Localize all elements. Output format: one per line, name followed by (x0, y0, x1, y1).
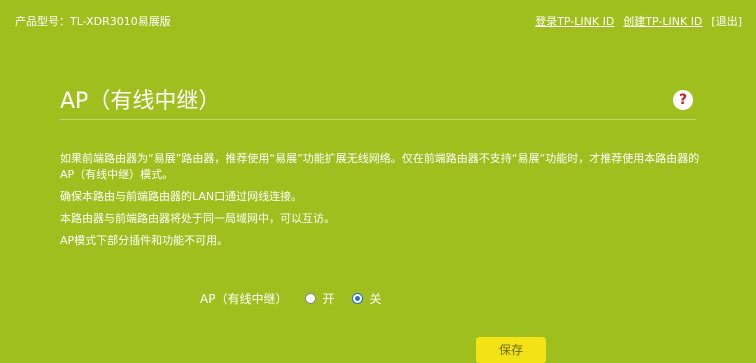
account-links: 登录TP-LINK ID 创建TP-LINK ID [退出] (535, 13, 742, 29)
login-tplink-id-link[interactable]: 登录TP-LINK ID (535, 13, 614, 29)
ap-on-label: 开 (322, 292, 335, 306)
product-model: 产品型号：TL-XDR3010易展版 (15, 15, 171, 28)
help-icon[interactable]: ? (673, 90, 693, 110)
description-line: 如果前端路由器为“易展”路由器，推荐使用“易展”功能扩展无线网络。仅在前端路由器… (60, 152, 700, 181)
create-tplink-id-link[interactable]: 创建TP-LINK ID (623, 13, 702, 29)
ap-mode-field: AP（有线中继） 开 关 (200, 290, 399, 307)
radio-checked-icon[interactable] (352, 293, 364, 304)
title-divider (60, 119, 696, 120)
top-bar: 产品型号：TL-XDR3010易展版 登录TP-LINK ID 创建TP-LIN… (0, 0, 756, 40)
radio-unchecked-icon[interactable] (305, 293, 317, 304)
description: 如果前端路由器为“易展”路由器，推荐使用“易展”功能扩展无线网络。仅在前端路由器… (60, 151, 705, 249)
description-line: 确保本路由与前端路由器的LAN口通过网线连接。 (60, 190, 303, 203)
description-line: AP模式下部分插件和功能不可用。 (60, 234, 229, 247)
description-line: 本路由器与前端路由器将处于同一局域网中，可以互访。 (60, 212, 335, 225)
save-button[interactable]: 保存 (476, 337, 546, 363)
page-title: AP（有线中继） (60, 89, 221, 114)
ap-mode-label: AP（有线中继） (200, 292, 288, 306)
ap-on-radio[interactable]: 开 (305, 290, 334, 307)
ap-off-label: 关 (369, 292, 382, 306)
ap-off-radio[interactable]: 关 (352, 290, 381, 307)
logout-link[interactable]: [退出] (711, 13, 742, 29)
